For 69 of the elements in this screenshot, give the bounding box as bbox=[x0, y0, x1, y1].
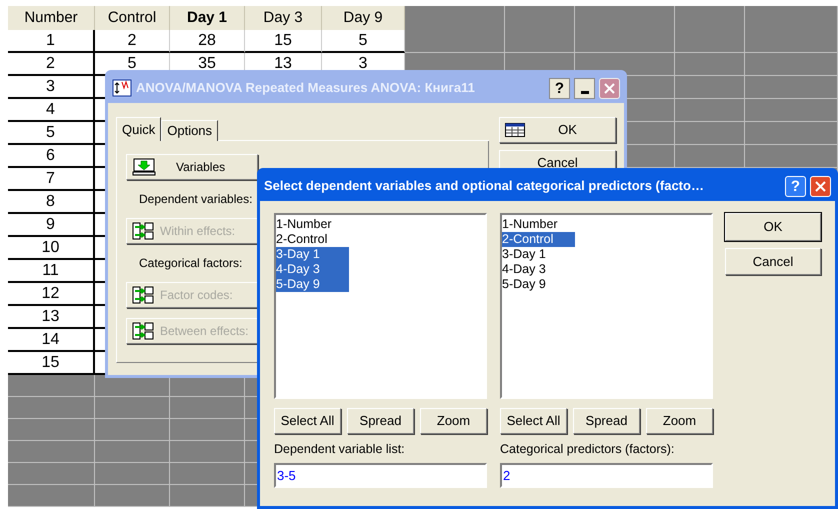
ok-button[interactable]: OK bbox=[725, 213, 821, 241]
column-header[interactable]: Day 9 bbox=[322, 6, 405, 30]
table-cell: 35 bbox=[198, 56, 216, 72]
list-button[interactable]: Select All bbox=[274, 408, 341, 434]
list-button[interactable]: Spread bbox=[573, 408, 640, 434]
table-cell: 15 bbox=[274, 32, 292, 48]
close-icon bbox=[814, 180, 827, 192]
table-cell: 6 bbox=[46, 148, 55, 164]
help-button[interactable]: ? bbox=[549, 78, 570, 98]
table-cell: 14 bbox=[42, 332, 60, 348]
input-field[interactable]: 3-5 bbox=[274, 462, 487, 488]
minimize-button[interactable] bbox=[574, 78, 595, 98]
table-cell: 2 bbox=[128, 32, 136, 48]
list-item[interactable]: 4-Day 3 bbox=[502, 262, 575, 277]
tab[interactable]: Quick bbox=[116, 117, 162, 141]
list-item[interactable]: 5-Day 9 bbox=[502, 277, 575, 292]
list-item[interactable]: 4-Day 3 bbox=[276, 262, 349, 277]
list-button[interactable]: Zoom bbox=[646, 408, 713, 434]
list-item[interactable]: 3-Day 1 bbox=[276, 247, 349, 262]
table-cell: 13 bbox=[42, 308, 60, 324]
list-button[interactable]: Zoom bbox=[420, 408, 487, 434]
column-header[interactable]: Day 1 bbox=[170, 6, 245, 30]
column-header[interactable]: Control bbox=[95, 6, 170, 30]
list-item[interactable]: 5-Day 9 bbox=[276, 277, 349, 292]
list-button[interactable]: Select All bbox=[500, 408, 567, 434]
field-label: Categorical predictors (factors): bbox=[500, 441, 674, 458]
section-label: Categorical factors: bbox=[138, 255, 242, 272]
grid-arrows-icon bbox=[132, 322, 154, 340]
field-label: Dependent variable list: bbox=[274, 441, 405, 458]
table-cell: 3 bbox=[358, 56, 368, 72]
table-cell: 5 bbox=[358, 32, 368, 48]
cancel-button[interactable]: Cancel bbox=[725, 248, 821, 275]
section-label: Dependent variables: bbox=[138, 191, 252, 208]
table-cell: 7 bbox=[46, 170, 55, 186]
list-item[interactable]: 2-Control bbox=[502, 232, 575, 247]
list-button[interactable]: Spread bbox=[347, 408, 414, 434]
table-cell: 15 bbox=[42, 354, 60, 370]
variables-button[interactable]: Variables bbox=[126, 154, 258, 180]
table-cell: 10 bbox=[42, 240, 60, 256]
table-cell: 13 bbox=[274, 56, 292, 72]
column-header[interactable]: Number bbox=[8, 6, 95, 30]
list-item[interactable]: 2-Control bbox=[276, 232, 349, 247]
table-cell: 28 bbox=[198, 32, 216, 48]
grid-arrows-icon bbox=[132, 286, 154, 304]
table-cell: 2 bbox=[46, 56, 55, 72]
list-item[interactable]: 1-Number bbox=[502, 217, 575, 232]
grid-arrows-icon bbox=[132, 222, 154, 240]
window-title: Select dependent variables and optional categorical predictors (facto… bbox=[264, 177, 705, 196]
table-cell: 9 bbox=[46, 216, 55, 232]
list-item[interactable]: 1-Number bbox=[276, 217, 349, 232]
window-title: ANOVA/MANOVA Repeated Measures ANOVA: Книга11 bbox=[136, 79, 476, 98]
table-cell: 4 bbox=[46, 102, 55, 118]
table-cell: 11 bbox=[42, 262, 59, 278]
table-cell: 12 bbox=[42, 286, 60, 302]
tab[interactable]: Options bbox=[161, 120, 218, 141]
app-icon bbox=[112, 79, 132, 97]
column-header[interactable]: Day 3 bbox=[245, 6, 322, 30]
table-cell: 5 bbox=[46, 124, 55, 140]
table-cell: 1 bbox=[46, 32, 55, 48]
input-field[interactable]: 2 bbox=[500, 462, 713, 488]
list-item[interactable]: 3-Day 1 bbox=[502, 247, 575, 262]
ok-button[interactable]: OK bbox=[499, 117, 616, 143]
table-cell: 3 bbox=[46, 78, 55, 94]
table-cell: 8 bbox=[46, 194, 55, 210]
table-icon bbox=[505, 123, 525, 137]
monitor-arrow-icon bbox=[132, 158, 156, 176]
close-icon bbox=[603, 82, 616, 94]
help-button[interactable]: ? bbox=[785, 176, 806, 196]
table-cell: 5 bbox=[128, 56, 136, 72]
